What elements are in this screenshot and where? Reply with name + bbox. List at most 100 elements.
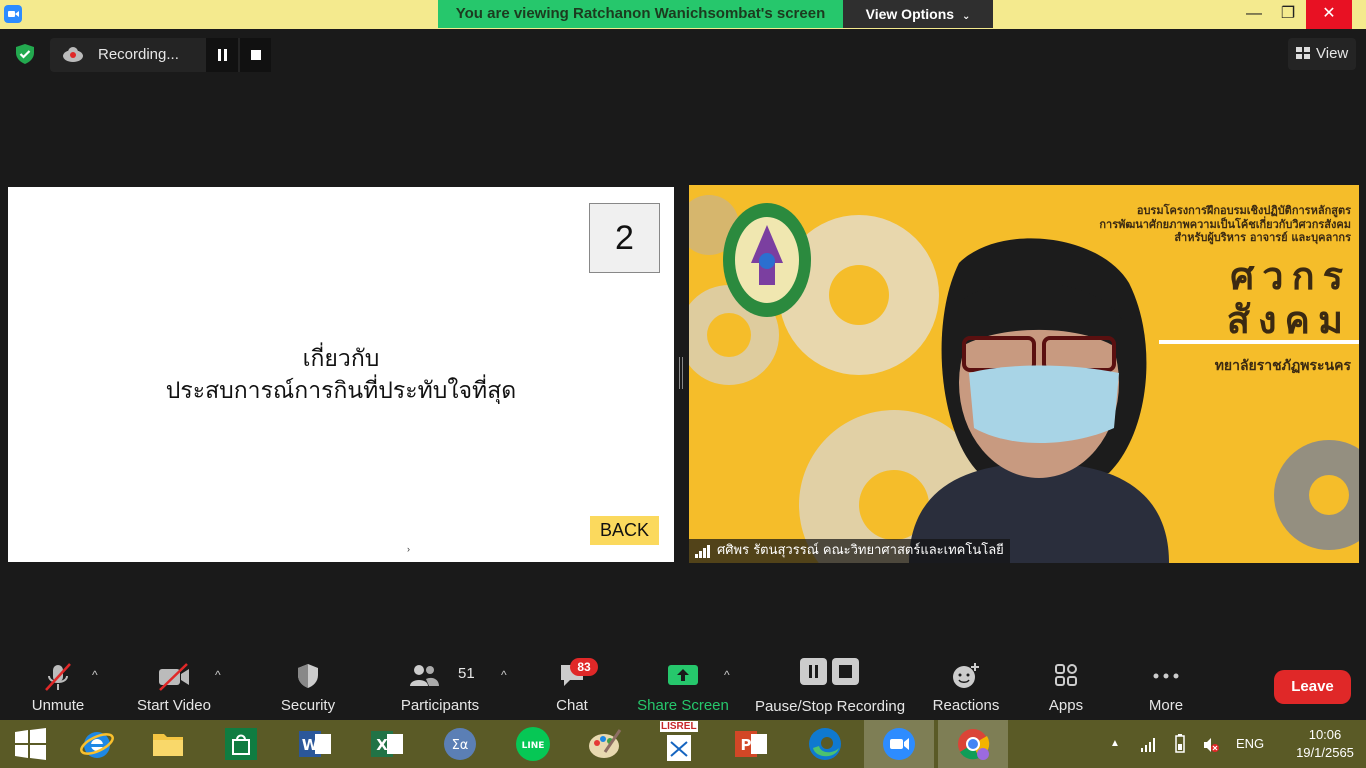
shield-icon	[298, 664, 318, 688]
view-options-button[interactable]: View Options ⌄	[843, 0, 993, 28]
taskbar-store[interactable]	[206, 720, 276, 768]
taskbar-edge[interactable]	[790, 720, 860, 768]
audio-options-caret[interactable]: ^	[92, 668, 98, 682]
signal-strength-icon	[695, 545, 711, 558]
share-screen-button[interactable]: Share Screen	[636, 648, 730, 720]
taskbar-internet-explorer[interactable]	[62, 720, 132, 768]
taskbar-word[interactable]: W	[280, 720, 350, 768]
share-screen-icon	[668, 665, 698, 685]
view-label: View	[1316, 45, 1349, 62]
taskbar-lisrel[interactable]: LISREL	[644, 720, 714, 768]
share-options-caret[interactable]: ^	[724, 668, 730, 682]
store-icon	[225, 728, 257, 760]
zoom-icon	[883, 728, 915, 760]
banner-big-text-2: สังคม	[1226, 298, 1351, 342]
internet-explorer-icon	[80, 732, 114, 758]
stop-recording-button[interactable]	[240, 38, 271, 72]
clock-date: 19/1/2565	[1296, 745, 1354, 760]
taskbar-math-input[interactable]: Σα	[425, 720, 495, 768]
viewing-banner: You are viewing Ratchanon Wanichsombat's…	[438, 0, 843, 28]
banner-university-text: ทยาลัยราชภัฏพระนคร	[1214, 358, 1351, 374]
cloud-recording-icon	[63, 47, 83, 62]
excel-icon: X	[371, 731, 403, 757]
participants-count: 51	[458, 665, 475, 682]
taskbar-powerpoint[interactable]: P	[716, 720, 786, 768]
system-clock[interactable]: 10:06 19/1/2565	[1294, 726, 1356, 762]
shared-screen-slide: 2 เกี่ยวกับ ประสบการณ์การกินที่ประทับใจท…	[8, 187, 674, 562]
unmute-label: Unmute	[31, 697, 85, 714]
slide-number-box: 2	[589, 203, 660, 273]
pause-stop-recording-button[interactable]: Pause/Stop Recording	[752, 648, 908, 720]
split-divider-handle[interactable]	[679, 357, 683, 389]
recording-indicator: Recording...	[50, 38, 271, 72]
show-hidden-icons-button[interactable]: ▲	[1110, 720, 1120, 768]
apps-icon	[1055, 664, 1077, 686]
svg-text:X: X	[376, 736, 388, 754]
network-signal-icon[interactable]	[1140, 737, 1158, 753]
recording-label: Recording...	[98, 46, 179, 63]
line-app-icon: LINE	[516, 727, 550, 761]
svg-text:W: W	[302, 736, 319, 754]
video-options-caret[interactable]: ^	[215, 668, 221, 682]
view-button[interactable]: View	[1288, 38, 1356, 70]
participants-button[interactable]: 51 Participants	[398, 648, 482, 720]
slide-back-button[interactable]: BACK	[590, 516, 659, 545]
participant-name-text: ศศิพร รัตนสุวรรณ์ คณะวิทยาศาสตร์และเทคโน…	[717, 543, 1004, 558]
university-logo-icon	[723, 203, 811, 317]
more-dots-icon	[1153, 673, 1179, 679]
apps-label: Apps	[1048, 697, 1084, 714]
participants-icon	[410, 665, 439, 686]
taskbar-chrome[interactable]	[938, 720, 1008, 768]
taskbar-zoom[interactable]	[864, 720, 934, 768]
chat-label: Chat	[556, 697, 588, 714]
taskbar-paint[interactable]	[570, 720, 640, 768]
participants-options-caret[interactable]: ^	[501, 668, 507, 682]
lisrel-label: LISREL	[660, 721, 698, 732]
leave-button[interactable]: Leave	[1274, 670, 1351, 704]
participants-label: Participants	[400, 697, 480, 714]
mouse-cursor-icon: ›	[407, 544, 410, 554]
slide-title-line-1: เกี่ยวกับ	[302, 346, 380, 372]
muted-microphone-icon	[45, 663, 71, 691]
video-off-icon	[159, 663, 189, 691]
clock-time: 10:06	[1308, 727, 1342, 742]
folder-icon	[153, 734, 183, 756]
close-button[interactable]: ✕	[1306, 0, 1352, 29]
maximize-button[interactable]: ❐	[1268, 0, 1308, 29]
pause-stop-recording-label: Pause/Stop Recording	[754, 698, 906, 715]
grid-view-icon	[1296, 47, 1310, 60]
svg-text:P: P	[741, 736, 752, 754]
security-label: Security	[280, 697, 336, 714]
slide-title-line-2: ประสบการณ์การกินที่ประทับใจที่สุด	[165, 378, 517, 404]
taskbar-line[interactable]: LINE	[498, 720, 568, 768]
smiley-add-icon	[953, 663, 979, 688]
chat-unread-badge: 83	[570, 658, 598, 676]
windows-taskbar: W X Σα LINE LISREL P ▲ ENG 10:06 19/1/25…	[0, 720, 1366, 768]
apps-button[interactable]: Apps	[1036, 648, 1096, 720]
language-indicator[interactable]: ENG	[1236, 720, 1264, 768]
windows-start-icon[interactable]	[0, 720, 60, 768]
reactions-button[interactable]: Reactions	[930, 648, 1002, 720]
unmute-button[interactable]: Unmute	[22, 648, 94, 720]
pause-recording-button[interactable]	[206, 38, 238, 72]
participant-video-tile: อบรมโครงการฝึกอบรมเชิงปฏิบัติการหลักสูตร…	[689, 185, 1359, 563]
speaker-muted-icon[interactable]	[1202, 736, 1220, 754]
meeting-controls: Unmute ^ Start Video ^ Security 51 Parti…	[0, 648, 1366, 720]
security-button[interactable]: Security	[272, 648, 344, 720]
participant-name-label: ศศิพร รัตนสุวรรณ์ คณะวิทยาศาสตร์และเทคโน…	[689, 539, 1010, 563]
zoom-logo-icon	[4, 5, 22, 23]
edge-icon	[809, 728, 841, 760]
security-shield-icon[interactable]	[14, 43, 36, 65]
chat-button[interactable]: 83 Chat	[540, 648, 604, 720]
taskbar-file-explorer[interactable]	[133, 720, 203, 768]
powerpoint-icon: P	[735, 731, 767, 757]
svg-text:Σα: Σα	[452, 738, 469, 753]
more-button[interactable]: More	[1136, 648, 1196, 720]
start-video-button[interactable]: Start Video	[132, 648, 216, 720]
math-input-icon: Σα	[444, 728, 476, 760]
battery-icon[interactable]	[1172, 734, 1188, 754]
chevron-down-icon: ⌄	[961, 11, 971, 22]
more-label: More	[1148, 697, 1184, 714]
taskbar-excel[interactable]: X	[352, 720, 422, 768]
title-bar: You are viewing Ratchanon Wanichsombat's…	[0, 0, 1366, 29]
